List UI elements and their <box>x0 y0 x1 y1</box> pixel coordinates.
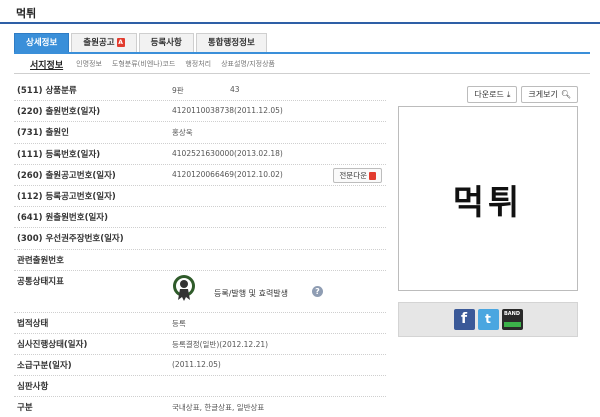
field-value: 등록결정(일반)(2012.12.21) <box>172 339 269 349</box>
help-icon[interactable]: ? <box>312 285 323 297</box>
field-label: (220) 출원번호(일자) <box>17 107 101 118</box>
pdf-icon <box>369 171 376 180</box>
twitter-icon[interactable]: t <box>477 309 499 330</box>
button-label: 다운로드 <box>474 90 504 99</box>
field-label: 소급구분(일자) <box>17 361 72 372</box>
subtab-admin-process[interactable]: 행정처리 <box>180 59 216 69</box>
field-label: (511) 상품분류 <box>17 86 77 96</box>
tabs-underline <box>14 52 590 54</box>
zoom-button[interactable]: 크게보기 🔍︎ <box>521 86 578 103</box>
title-bar: 먹튀 <box>0 0 600 24</box>
trademark-text: 먹튀 <box>452 183 524 223</box>
full-text-download-button[interactable]: 전문다운 <box>333 167 382 183</box>
table-row: (112) 등록공고번호(일자) <box>14 186 386 208</box>
sub-tabs: 서지정보 인명정보 도형분류(비엔나)코드 행정처리 상표설명/지정상품 <box>14 55 590 74</box>
registered-seal-icon <box>173 274 195 301</box>
table-row: 심사진행상태(일자) 등록결정(일반)(2012.12.21) <box>14 334 386 356</box>
table-row: 구분 국내상표, 한글상표, 일반상표 <box>14 397 386 417</box>
field-label: (112) 등록공고번호(일자) <box>17 191 116 202</box>
subtab-goods[interactable]: 상표설명/지정상품 <box>216 59 280 69</box>
field-label: (641) 원출원번호(일자) <box>17 213 108 224</box>
field-label: (260) 출원공고번호(일자) <box>17 170 116 181</box>
tab-label: 통합행정정보 <box>207 38 255 48</box>
share-bar: f t BAND <box>398 302 578 337</box>
subtab-person-info[interactable]: 인명정보 <box>71 59 107 69</box>
field-label: (111) 등록번호(일자) <box>17 149 101 160</box>
tab-detail-info[interactable]: 상세정보 <box>14 33 70 53</box>
field-label: 심판사항 <box>17 382 49 393</box>
table-row-status: 공통상태지표 등록/발행 및 효력발생 ? <box>14 271 386 313</box>
button-label: 크게보기 <box>528 90 558 99</box>
subtab-vienna-code[interactable]: 도형분류(비엔나)코드 <box>107 59 180 69</box>
field-value: 홍상욱 <box>172 128 193 138</box>
main-tabs: 상세정보 출원공고 A 등록사항 통합행정정보 <box>14 33 269 53</box>
image-actions: 다운로드 ⤓ 크게보기 🔍︎ <box>398 86 578 103</box>
table-row: (220) 출원번호(일자) 4120110038738(2011.12.05) <box>14 101 386 123</box>
trademark-panel: 다운로드 ⤓ 크게보기 🔍︎ 먹튀 f t BAND <box>398 86 578 337</box>
field-label: (731) 출원인 <box>17 128 69 139</box>
field-value-extra: 43 <box>230 85 240 94</box>
info-table: (511) 상품분류 9판 43 (220) 출원번호(일자) 41201100… <box>14 80 386 417</box>
field-label: 공통상태지표 <box>17 276 64 287</box>
field-label: 관련출원번호 <box>17 255 64 266</box>
table-row: (731) 출원인 홍상욱 <box>14 122 386 144</box>
field-value: (2011.12.05) <box>172 360 221 370</box>
field-value: 등록 <box>172 318 186 328</box>
trademark-image[interactable]: 먹튀 <box>398 106 578 291</box>
field-label: 구분 <box>17 403 33 414</box>
subtab-bibliographic[interactable]: 서지정보 <box>14 58 71 71</box>
magnifier-icon: 🔍︎ <box>560 90 571 99</box>
field-label: 심사진행상태(일자) <box>17 339 88 350</box>
band-label: BAND <box>503 311 520 317</box>
tab-label: 등록사항 <box>150 38 182 48</box>
table-row: 관련출원번호 <box>14 250 386 271</box>
table-row: 법적상태 등록 <box>14 313 386 334</box>
tab-label: 상세정보 <box>26 38 58 48</box>
field-label: 법적상태 <box>17 318 49 329</box>
field-label: (300) 우선권주장번호(일자) <box>17 234 124 245</box>
table-row: (111) 등록번호(일자) 4102521630000(2013.02.18) <box>14 144 386 165</box>
field-value: 4120120066469(2012.10.02) <box>172 169 283 179</box>
table-row: (511) 상품분류 9판 43 <box>14 80 386 102</box>
tab-integrated-admin[interactable]: 통합행정정보 <box>195 33 267 53</box>
facebook-icon[interactable]: f <box>453 309 475 330</box>
field-value: 국내상표, 한글상표, 일반상표 <box>172 403 265 413</box>
button-label: 전문다운 <box>339 170 367 180</box>
table-row: (641) 원출원번호(일자) <box>14 207 386 229</box>
field-value: 4102521630000(2013.02.18) <box>172 148 283 158</box>
table-row: (260) 출원공고번호(일자) 4120120066469(2012.10.0… <box>14 165 386 186</box>
table-row: 소급구분(일자) (2011.12.05) <box>14 355 386 377</box>
page-title: 먹튀 <box>16 7 37 20</box>
band-icon[interactable]: BAND <box>501 309 523 330</box>
field-value: 9판 <box>172 86 184 95</box>
tab-publication[interactable]: 출원공고 A <box>71 33 137 53</box>
table-row: 심판사항 <box>14 376 386 398</box>
download-icon: ⤓ <box>506 90 511 99</box>
pdf-icon: A <box>116 38 125 47</box>
tab-registration[interactable]: 등록사항 <box>138 33 194 53</box>
download-button[interactable]: 다운로드 ⤓ <box>467 86 518 103</box>
tab-label: 출원공고 <box>83 38 115 48</box>
table-row: (300) 우선권주장번호(일자) <box>14 228 386 250</box>
field-value: 4120110038738(2011.12.05) <box>172 106 283 116</box>
status-value: 등록/발행 및 효력발생 <box>214 288 289 298</box>
